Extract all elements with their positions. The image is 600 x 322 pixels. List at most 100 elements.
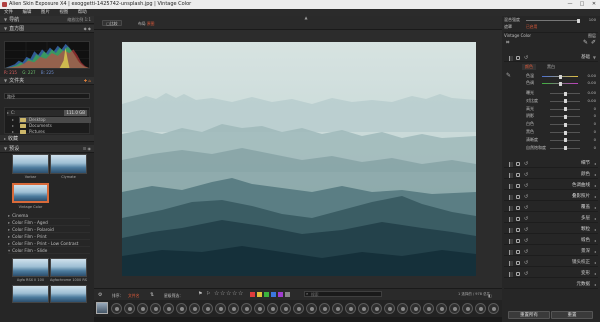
section-toggle-icon[interactable] xyxy=(516,195,520,199)
temp-value[interactable]: 0.00 xyxy=(580,73,596,79)
section-overlay-photo[interactable]: ↺ 叠影照片 ◂ xyxy=(504,193,598,201)
reset-icon[interactable]: ↺ xyxy=(524,182,528,190)
minimize-button[interactable]: — xyxy=(564,0,576,9)
adjustment-slider[interactable] xyxy=(550,130,580,135)
tint-value[interactable]: 0.00 xyxy=(580,80,596,86)
section-toggle-icon[interactable] xyxy=(516,239,520,243)
section-satin[interactable]: ↺ 缎色 ◂ xyxy=(504,237,598,245)
filmstrip-thumb[interactable] xyxy=(228,303,239,314)
section-toggle-icon[interactable] xyxy=(516,56,520,60)
section-toggle-icon[interactable] xyxy=(516,272,520,276)
filmstrip-thumb[interactable] xyxy=(475,303,486,314)
section-toggle-icon[interactable] xyxy=(516,173,520,177)
reset-icon[interactable]: ↺ xyxy=(524,215,528,223)
slider-value[interactable]: 0 xyxy=(582,145,596,151)
filmstrip-thumb[interactable] xyxy=(163,303,174,314)
filmstrip-thumb[interactable] xyxy=(124,303,135,314)
filmstrip-thumb[interactable] xyxy=(137,303,148,314)
sort-direction-icon[interactable]: ⇅ xyxy=(150,292,154,298)
section-toggle-icon[interactable] xyxy=(516,261,520,265)
tint-row[interactable]: 色调 0.00 xyxy=(504,80,598,86)
reset-icon[interactable]: ↺ xyxy=(524,160,528,168)
preset-thumb-clymate[interactable] xyxy=(50,154,87,174)
basic-slider-row[interactable]: 自然饱和度 0 xyxy=(504,145,598,151)
preset-thumb[interactable] xyxy=(50,285,87,303)
reset-icon[interactable]: ↺ xyxy=(524,204,528,212)
section-depth-of-field[interactable]: ↺ 景深 ◂ xyxy=(504,248,598,256)
reset-button[interactable]: 重置 xyxy=(551,311,593,319)
section-grain[interactable]: ↺ 颗粒 ◂ xyxy=(504,226,598,234)
basic-slider-row[interactable]: 白色 0 xyxy=(504,121,598,127)
section-detail[interactable]: ↺ 细节 ◂ xyxy=(504,160,598,168)
reset-icon[interactable]: ↺ xyxy=(524,237,528,245)
preset-category[interactable]: ▸ Color Film - Print xyxy=(8,233,90,240)
folder-path-input[interactable]: 路径 xyxy=(4,93,90,99)
folder-tree[interactable]: ▸ C: 111.0 GB ▸ Desktop ▸ Documents ▸ Pictur… xyxy=(4,107,91,134)
section-toggle-icon[interactable] xyxy=(516,162,520,166)
slider-value[interactable]: 0 xyxy=(582,121,596,127)
filmstrip-thumb[interactable] xyxy=(345,303,356,314)
filmstrip-thumb[interactable] xyxy=(384,303,395,314)
section-basic[interactable]: ↺ 基础 ▼ xyxy=(504,54,598,62)
color-label-green[interactable] xyxy=(264,292,269,297)
basic-slider-row[interactable]: 清晰度 0 xyxy=(504,137,598,143)
filmstrip-thumb[interactable] xyxy=(215,303,226,314)
star-rating-4-icon[interactable]: ☆ xyxy=(232,290,237,297)
reject-flag-icon[interactable]: ⚐ xyxy=(206,291,210,297)
compare-button[interactable]: □比较 xyxy=(102,20,122,26)
filmstrip-thumb[interactable] xyxy=(306,303,317,314)
zoom-value[interactable]: 1:1 xyxy=(85,17,91,22)
collapse-top-icon[interactable]: ▲ xyxy=(302,16,310,20)
temp-slider[interactable] xyxy=(542,74,578,79)
slider-knob[interactable] xyxy=(563,138,567,143)
presets-header[interactable]: ▼ 预设 ☰ ◉ xyxy=(0,145,94,153)
filmstrip-thumb[interactable] xyxy=(267,303,278,314)
adjustment-slider[interactable] xyxy=(550,146,580,151)
preset-thumb[interactable] xyxy=(12,285,49,303)
menu-help[interactable]: 帮助 xyxy=(78,9,87,16)
adjustment-slider[interactable] xyxy=(550,122,580,127)
filmstrip-thumb[interactable] xyxy=(189,303,200,314)
folders-header[interactable]: ▼ 文件夹 ✚ ⌂ xyxy=(0,77,94,85)
filmstrip-thumb[interactable] xyxy=(280,303,291,314)
reset-icon[interactable]: ↺ xyxy=(524,54,528,62)
basic-slider-row[interactable]: 高光 0 xyxy=(504,106,598,112)
basic-slider-row[interactable]: 对比度 0.00 xyxy=(504,98,598,104)
filmstrip-thumb[interactable] xyxy=(436,303,447,314)
crop-icon[interactable]: ⌗ xyxy=(506,40,509,46)
preset-thumb-agfachrome[interactable] xyxy=(50,258,87,277)
slider-value[interactable]: 0 xyxy=(582,106,596,112)
collections-header[interactable]: ▸ 收藏 xyxy=(0,135,94,142)
reset-icon[interactable]: ↺ xyxy=(524,248,528,256)
section-transform[interactable]: ↺ 变形 ◂ xyxy=(504,270,598,278)
folder-add-icon[interactable]: ✚ ⌂ xyxy=(84,77,91,85)
filmstrip-thumb[interactable] xyxy=(319,303,330,314)
filmstrip-thumb[interactable] xyxy=(241,303,252,314)
basic-slider-row[interactable]: 曝光 0.00 xyxy=(504,90,598,96)
tab-bw[interactable]: 黑白 xyxy=(544,64,558,70)
reset-icon[interactable]: ↺ xyxy=(524,259,528,267)
section-lens-correction[interactable]: ↺ 镜头校正 ◂ xyxy=(504,259,598,267)
color-label-blue[interactable] xyxy=(271,292,276,297)
preset-thumb-varbar[interactable] xyxy=(12,154,49,174)
histogram-header[interactable]: ▼ 直方图 ◆ ◆ xyxy=(0,25,94,33)
menu-image[interactable]: 图片 xyxy=(41,9,50,16)
filmstrip-thumb[interactable] xyxy=(423,303,434,314)
filmstrip-thumb[interactable] xyxy=(332,303,343,314)
search-input[interactable]: 搜索 xyxy=(304,291,382,297)
slider-knob[interactable] xyxy=(563,91,567,96)
preset-category[interactable]: ▸ Cinema xyxy=(8,212,90,219)
section-metadata[interactable]: 元数据 ◂ xyxy=(504,281,598,289)
slider-value[interactable]: 0.00 xyxy=(582,98,596,104)
adjustment-slider[interactable] xyxy=(550,138,580,143)
star-rating-2-icon[interactable]: ☆ xyxy=(220,290,225,297)
settings-gear-icon[interactable]: ⚙ xyxy=(98,292,102,298)
blend-strength-slider[interactable] xyxy=(526,18,580,23)
adjustment-slider[interactable] xyxy=(550,107,580,112)
preset-thumb-vintage-color[interactable] xyxy=(12,183,49,203)
menu-view[interactable]: 视图 xyxy=(59,9,68,16)
brush-icon[interactable]: ✎ xyxy=(583,40,588,46)
filmstrip-thumb[interactable] xyxy=(358,303,369,314)
preset-thumb-agfa-rsx[interactable] xyxy=(12,258,49,277)
mask-row[interactable]: 遮罩 已启用 xyxy=(504,24,598,30)
